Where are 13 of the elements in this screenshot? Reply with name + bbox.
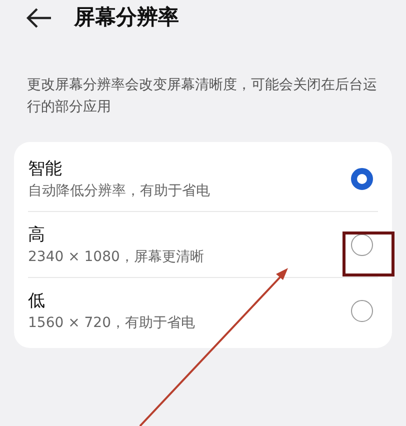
option-detail: 2340 × 1080，屏幕更清晰	[28, 248, 205, 266]
description-text: 更改屏幕分辨率会改变屏幕清晰度，可能会关闭在后台运行的部分应用	[27, 76, 378, 117]
option-title: 低	[28, 290, 46, 313]
radio-button[interactable]	[351, 168, 373, 190]
option-title: 高	[28, 224, 46, 246]
option-detail: 1560 × 720，有助于省电	[28, 314, 196, 333]
highlight-frame	[342, 232, 394, 276]
radio-button[interactable]	[351, 300, 373, 322]
page-title: 屏幕分辨率	[74, 4, 179, 32]
option-title: 智能	[28, 158, 63, 180]
back-icon[interactable]	[26, 7, 52, 29]
option-detail: 自动降低分辨率，有助于省电	[28, 182, 211, 200]
radio-button[interactable]	[351, 234, 373, 256]
